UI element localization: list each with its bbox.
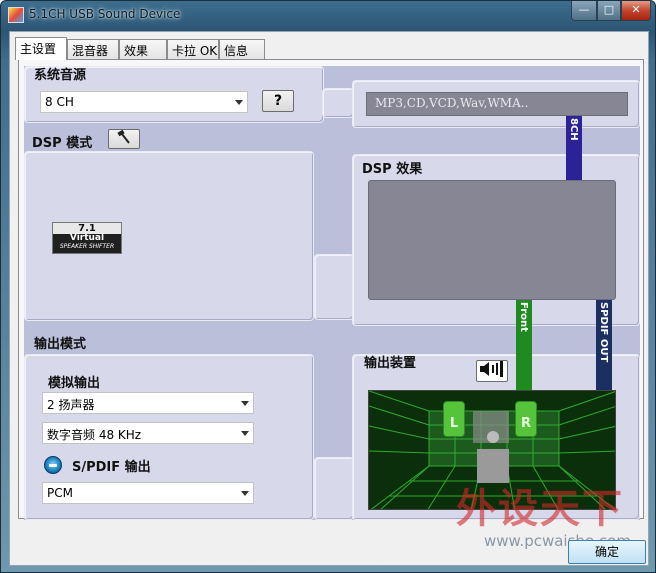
connector-bottom: [314, 457, 354, 520]
spdif-format-value: PCM: [47, 486, 73, 500]
signal-bar-front: Front: [516, 300, 532, 390]
main-settings-panel: 系统音源 8 CH ? MP3,CD,VCD,Wav,WMA.. DSP 模式 …: [18, 59, 644, 532]
speaker-test-button[interactable]: [476, 360, 508, 382]
spdif-toggle-icon[interactable]: [44, 456, 62, 474]
virtual-badge-caption: SPEAKER SHIFTER: [59, 243, 115, 250]
dsp-effect-display: [368, 180, 616, 300]
panel-frame: 系统音源 8 CH ? MP3,CD,VCD,Wav,WMA.. DSP 模式 …: [24, 66, 640, 532]
digital-audio-value: 数字音频 48 KHz: [47, 428, 142, 442]
speaker-left[interactable]: L: [443, 401, 465, 437]
dsp-settings-button[interactable]: [108, 129, 140, 149]
chevron-down-icon: [241, 401, 249, 406]
chevron-down-icon: [235, 100, 243, 105]
tab-mixer[interactable]: 混音器: [67, 39, 119, 59]
source-format-display: MP3,CD,VCD,Wav,WMA..: [366, 92, 628, 116]
signal-bar-8ch: 8CH: [566, 116, 582, 180]
app-window: 5.1CH USB Sound Device — □ ✕ 主设置 混音器 效果 …: [0, 0, 656, 573]
signal-bar-front-label: Front: [518, 302, 529, 332]
help-button[interactable]: ?: [262, 90, 294, 112]
digital-audio-select[interactable]: 数字音频 48 KHz: [42, 422, 254, 444]
output-device-heading: 输出装置: [364, 356, 417, 371]
connector-top: [322, 88, 354, 118]
output-mode-heading: 输出模式: [34, 337, 87, 352]
title-bar[interactable]: 5.1CH USB Sound Device — □ ✕: [1, 1, 655, 31]
speaker-count-value: 2 扬声器: [47, 398, 95, 412]
speaker-count-select[interactable]: 2 扬声器: [42, 392, 254, 414]
tab-karaoke[interactable]: 卡拉 OK: [167, 39, 219, 59]
signal-bar-8ch-label: 8CH: [568, 118, 579, 141]
close-button[interactable]: ✕: [621, 1, 651, 21]
connector-mid: [314, 254, 354, 320]
window-title: 5.1CH USB Sound Device: [29, 7, 181, 21]
virtual-speaker-shifter-badge[interactable]: 7.1 Virtual SPEAKER SHIFTER: [52, 222, 122, 254]
speaker-right[interactable]: R: [515, 401, 537, 437]
app-icon: [8, 7, 24, 23]
tab-main-settings[interactable]: 主设置: [15, 37, 67, 60]
minimize-button[interactable]: —: [571, 1, 597, 21]
watermark-brand: 外设天下: [456, 486, 624, 532]
signal-bar-spdif: SPDIF OUT: [596, 300, 612, 390]
tab-effects[interactable]: 效果: [119, 39, 167, 59]
tab-info[interactable]: 信息: [219, 39, 265, 59]
signal-bar-spdif-label: SPDIF OUT: [598, 302, 609, 363]
system-source-heading: 系统音源: [34, 68, 87, 83]
virtual-badge-word: Virtual: [69, 233, 105, 243]
system-source-value: 8 CH: [45, 95, 74, 109]
analog-output-heading: 模拟输出: [48, 376, 101, 391]
spdif-output-heading: S/PDIF 输出: [72, 460, 151, 475]
chevron-down-icon: [241, 491, 249, 496]
client-area: 主设置 混音器 效果 卡拉 OK 信息 系统音源 8 CH ? MP3,CD,V…: [9, 31, 649, 566]
maximize-button[interactable]: □: [597, 1, 621, 21]
hammer-icon: [117, 129, 130, 144]
dsp-effect-heading: DSP 效果: [362, 162, 423, 177]
chevron-down-icon: [241, 431, 249, 436]
spdif-format-select[interactable]: PCM: [42, 482, 254, 504]
dsp-mode-heading: DSP 模式: [32, 136, 93, 151]
system-source-select[interactable]: 8 CH: [40, 91, 248, 113]
ok-button[interactable]: 确定: [568, 540, 646, 564]
speaker-volume-icon: [480, 361, 503, 377]
